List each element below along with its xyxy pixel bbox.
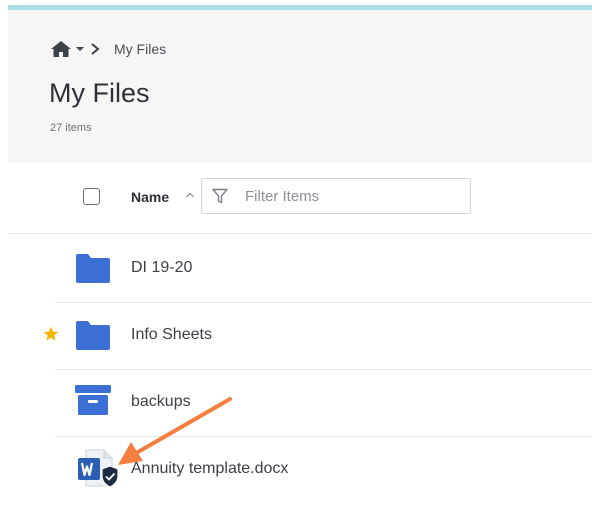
breadcrumb-current: My Files (114, 41, 167, 57)
sort-ascending-icon[interactable] (185, 190, 195, 200)
list-item-label[interactable]: Info Sheets (131, 326, 212, 344)
list-item-label[interactable]: backups (131, 393, 191, 411)
select-all-checkbox[interactable] (83, 188, 100, 205)
home-icon[interactable] (50, 40, 72, 58)
word-document-icon (78, 449, 119, 488)
folder-icon (76, 321, 110, 350)
folder-icon (76, 254, 110, 283)
star-icon[interactable] (43, 326, 59, 342)
list-item-label[interactable]: Annuity template.docx (131, 460, 288, 478)
column-header-name[interactable]: Name (131, 189, 169, 205)
item-count: 27 items (50, 122, 92, 134)
filter-icon (212, 188, 228, 204)
page-title: My Files (49, 78, 150, 108)
list-item-label[interactable]: DI 19-20 (131, 259, 192, 277)
breadcrumb: My Files (50, 38, 166, 60)
archive-box-icon (75, 385, 111, 415)
chevron-right-icon (90, 43, 100, 55)
chevron-down-icon[interactable] (75, 44, 85, 54)
filter-items-input[interactable] (245, 186, 460, 206)
